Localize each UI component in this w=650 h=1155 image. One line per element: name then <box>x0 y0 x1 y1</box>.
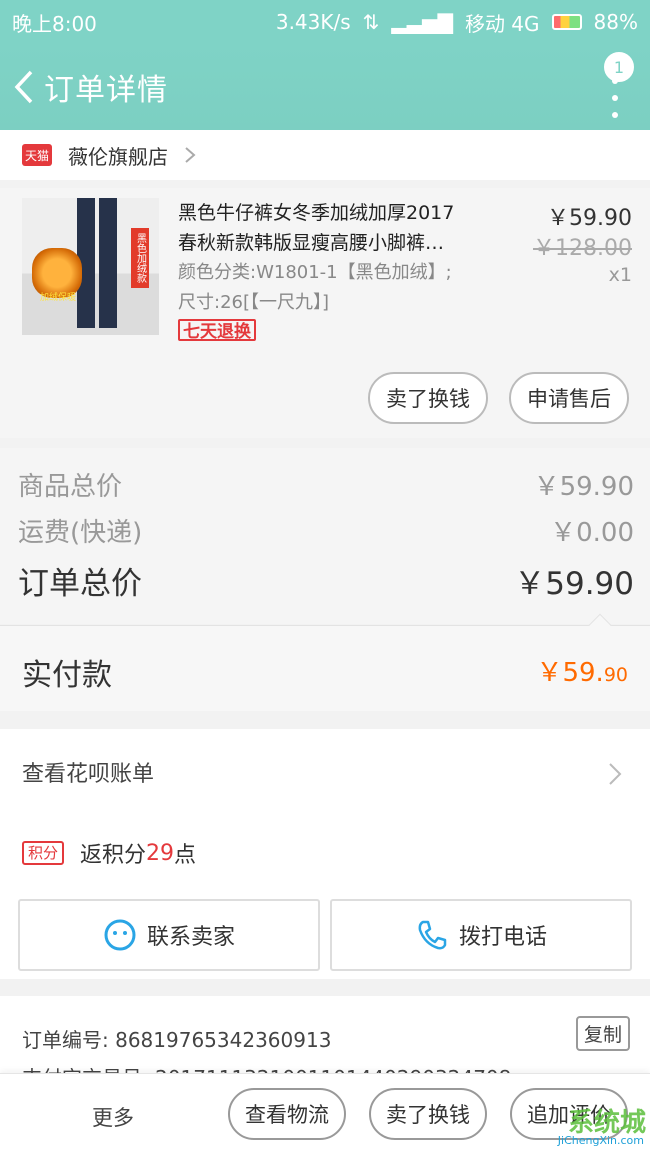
huabei-bill-row[interactable]: 查看花呗账单 <box>0 729 650 815</box>
thumb-tag: 黑色加绒款 <box>131 228 149 288</box>
paid-amount-row: 实付款 ￥59.90 <box>0 613 650 711</box>
order-total-row: 订单总价 ￥59.90 <box>18 566 634 602</box>
view-logistics-button[interactable]: 查看物流 <box>228 1088 346 1140</box>
back-icon[interactable] <box>4 44 44 130</box>
product-price: ￥59.90 <box>547 206 632 231</box>
product-title: 黑色牛仔裤女冬季加绒加厚2017 春秋新款韩版显瘦高腰小脚裤… <box>178 202 455 254</box>
store-row[interactable]: 天猫 薇伦旗舰店 <box>0 130 650 180</box>
status-time: 晚上8:00 <box>12 11 97 36</box>
points-number: 29 <box>146 840 175 866</box>
points-tag: 积分 <box>22 841 65 865</box>
product-card[interactable]: 黑色加绒款 加绒保暖 黑色牛仔裤女冬季加绒加厚2017 春秋新款韩版显瘦高腰小脚… <box>0 188 650 438</box>
title-bar: 订单详情 1 <box>0 44 650 130</box>
status-right: 3.43K/s ⇅ ▂▃▅▇ 移动 4G 88% <box>276 8 638 37</box>
order-number: 订单编号: 86819765342360913 <box>22 1028 332 1052</box>
bottom-action-bar: 更多 查看物流 卖了换钱 追加评价 系统城 JiChengXin.com <box>0 1073 650 1155</box>
paid-amount: ￥59.90 <box>536 658 628 688</box>
net-speed: 3.43K/s <box>275 10 351 34</box>
page-title: 订单详情 <box>44 73 168 108</box>
services-section: 查看花呗账单 积分 返积分 29 点 联系卖家 拨打电话 <box>0 729 650 979</box>
chevron-right-icon <box>185 147 196 163</box>
original-price: ￥128.00 <box>533 236 632 261</box>
chevron-right-icon <box>609 763 622 785</box>
chat-face-icon <box>104 919 136 951</box>
battery-icon <box>551 14 582 30</box>
product-thumbnail[interactable]: 黑色加绒款 加绒保暖 <box>22 198 159 335</box>
signal-icon: ▂▃▅▇ <box>391 10 453 34</box>
store-name: 薇伦旗舰店 <box>68 144 168 169</box>
battery-percent: 88% <box>593 10 638 34</box>
return-policy-badge: 七天退换 <box>178 319 256 341</box>
carrier: 移动 4G <box>464 11 540 36</box>
paid-label: 实付款 <box>22 658 112 693</box>
order-meta: 订单编号: 86819765342360913 支付宝交易号: 20171113… <box>0 996 650 1076</box>
copy-button[interactable]: 复制 <box>575 1016 630 1051</box>
price-summary: 商品总价 ￥59.90 运费(快递) ￥0.00 订单总价 ￥59.90 <box>0 448 650 624</box>
more-link[interactable]: 更多 <box>92 1102 134 1132</box>
after-sale-button[interactable]: 申请售后 <box>509 372 629 424</box>
huabei-label: 查看花呗账单 <box>22 762 155 787</box>
sell-for-cash-button[interactable]: 卖了换钱 <box>368 372 488 424</box>
watermark-url: JiChengXin.com <box>557 1134 644 1147</box>
goods-total-row: 商品总价 ￥59.90 <box>18 472 634 502</box>
data-arrows-icon: ⇅ <box>362 10 380 34</box>
tmall-logo: 天猫 <box>22 144 52 166</box>
quantity: x1 <box>608 264 632 286</box>
shipping-row: 运费(快递) ￥0.00 <box>18 518 634 548</box>
points-row: 积分 返积分 29 点 <box>22 837 196 869</box>
phone-icon <box>418 920 447 950</box>
contact-seller-button[interactable]: 联系卖家 <box>18 899 320 971</box>
product-sku: 颜色分类:W1801-1【黑色加绒】; 尺寸:26[【一尺九】] <box>178 262 452 313</box>
more-menu-icon[interactable] <box>610 78 620 118</box>
sell-for-cash-button-bottom[interactable]: 卖了换钱 <box>369 1088 487 1140</box>
call-phone-button[interactable]: 拨打电话 <box>330 899 632 971</box>
thumb-promo: 加绒保暖 <box>39 293 76 303</box>
status-bar: 晚上8:00 3.43K/s ⇅ ▂▃▅▇ 移动 4G 88% <box>0 0 650 44</box>
